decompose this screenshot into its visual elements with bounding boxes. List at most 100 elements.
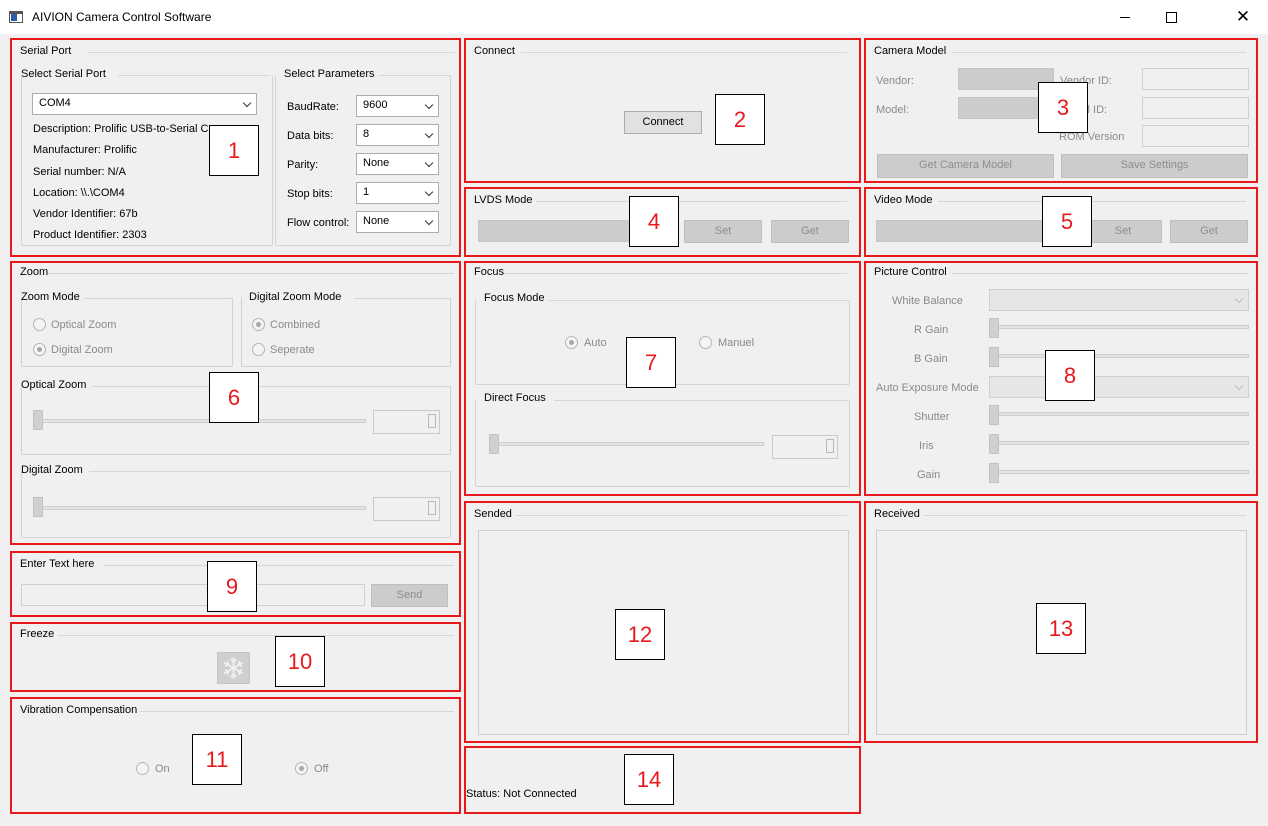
group-line: [140, 711, 454, 712]
direct-focus-slider[interactable]: [489, 442, 764, 446]
focus-title: Focus: [474, 266, 504, 278]
white-balance-combo[interactable]: [989, 289, 1249, 311]
gain-slider-handle[interactable]: [989, 463, 999, 483]
digital-zoom-mode-group: [241, 297, 451, 367]
camera-model-title: Camera Model: [874, 45, 947, 57]
annotation-1: 1: [209, 125, 259, 176]
model-id-field: [1142, 97, 1249, 119]
direct-focus-title: Direct Focus: [484, 392, 546, 404]
group-line: [554, 400, 850, 401]
parameters-group: [275, 75, 451, 246]
group-line: [58, 635, 454, 636]
auto-exposure-mode-combo[interactable]: [989, 376, 1249, 398]
group-line: [924, 515, 1246, 516]
direct-focus-spinbox[interactable]: [772, 435, 838, 459]
picture-control-title: Picture Control: [874, 266, 947, 278]
digital-zoom-radio[interactable]: [33, 343, 46, 356]
group-line: [536, 201, 847, 202]
vibration-compensation-title: Vibration Compensation: [20, 704, 138, 716]
gain-slider[interactable]: [989, 470, 1249, 474]
close-button[interactable]: ✕: [1220, 0, 1266, 34]
lvds-set-button[interactable]: Set: [684, 220, 762, 243]
spin-arrows-icon: [428, 414, 436, 428]
window-title: AIVION Camera Control Software: [32, 10, 212, 24]
white-balance-label: White Balance: [892, 295, 963, 307]
gain-label: Gain: [917, 469, 941, 481]
vibration-off-radio[interactable]: [295, 762, 308, 775]
direct-focus-slider-handle[interactable]: [489, 434, 499, 454]
zoom-mode-title: Zoom Mode: [21, 291, 80, 303]
lvds-get-button[interactable]: Get: [771, 220, 849, 243]
connect-button[interactable]: Connect: [624, 111, 702, 134]
optical-zoom-slider-handle[interactable]: [33, 410, 43, 430]
iris-slider-handle[interactable]: [989, 434, 999, 454]
focus-mode-title: Focus Mode: [484, 292, 545, 304]
annotation-5: 5: [1042, 196, 1092, 247]
snowflake-icon: [224, 657, 244, 679]
digital-zoom-group-title: Digital Zoom: [21, 464, 83, 476]
combined-radio[interactable]: [252, 318, 265, 331]
maximize-button[interactable]: [1148, 0, 1194, 34]
annotation-13: 13: [1036, 603, 1086, 654]
shutter-slider[interactable]: [989, 412, 1249, 416]
optical-zoom-spinbox[interactable]: [373, 410, 440, 434]
r-gain-slider-handle[interactable]: [989, 318, 999, 338]
annotation-7: 7: [626, 337, 676, 388]
b-gain-slider-handle[interactable]: [989, 347, 999, 367]
minimize-button[interactable]: [1102, 0, 1148, 34]
video-set-button[interactable]: Set: [1084, 220, 1162, 243]
annotation-11: 11: [192, 734, 242, 785]
send-button[interactable]: Send: [371, 584, 448, 607]
seperate-radio[interactable]: [252, 343, 265, 356]
shutter-slider-handle[interactable]: [989, 405, 999, 425]
vibration-off-label: Off: [314, 763, 329, 775]
vibration-on-radio[interactable]: [136, 762, 149, 775]
zoom-title: Zoom: [20, 266, 49, 278]
text-entry-panel: Enter Text here Send 9: [10, 551, 461, 617]
group-line: [92, 386, 451, 387]
save-settings-button[interactable]: Save Settings: [1061, 154, 1248, 178]
text-entry-title: Enter Text here: [20, 558, 95, 570]
r-gain-slider[interactable]: [989, 325, 1249, 329]
text-entry-input[interactable]: [21, 584, 365, 606]
optical-zoom-slider[interactable]: [33, 419, 366, 423]
zoom-panel: Zoom Zoom Mode Optical Zoom Digital Zoom…: [10, 261, 461, 545]
received-title: Received: [874, 508, 920, 520]
annotation-10: 10: [275, 636, 325, 687]
b-gain-slider[interactable]: [989, 354, 1249, 358]
focus-panel: Focus Focus Mode Auto Manuel Direct Focu…: [464, 261, 861, 496]
annotation-8: 8: [1045, 350, 1095, 401]
serial-port-title: Serial Port: [20, 45, 72, 57]
picture-control-panel: Picture Control White Balance R Gain B G…: [864, 261, 1258, 496]
group-line: [952, 52, 1246, 53]
status-panel: Status: Not Connected 14: [464, 746, 861, 814]
digital-zoom-slider[interactable]: [33, 506, 366, 510]
focus-auto-radio[interactable]: [565, 336, 578, 349]
get-camera-model-button[interactable]: Get Camera Model: [877, 154, 1054, 178]
focus-manual-label: Manuel: [718, 337, 755, 349]
lvds-mode-panel: LVDS Mode Set Get 4: [464, 187, 861, 257]
annotation-2: 2: [715, 94, 765, 145]
optical-zoom-radio[interactable]: [33, 318, 46, 331]
annotation-4: 4: [629, 196, 679, 247]
vendor-label: Vendor:: [876, 75, 914, 87]
vibration-compensation-panel: Vibration Compensation On Off 11: [10, 697, 461, 814]
digital-zoom-spinbox[interactable]: [373, 497, 440, 521]
group-line: [504, 273, 847, 274]
digital-zoom-slider-handle[interactable]: [33, 497, 43, 517]
optical-zoom-radio-label: Optical Zoom: [51, 319, 117, 331]
group-line: [48, 273, 454, 274]
focus-manual-radio[interactable]: [699, 336, 712, 349]
rom-version-field: [1142, 125, 1249, 147]
group-line: [87, 52, 455, 53]
status-text: Status: Not Connected: [466, 788, 577, 800]
video-get-button[interactable]: Get: [1170, 220, 1248, 243]
video-mode-title: Video Mode: [874, 194, 933, 206]
group-line: [89, 471, 451, 472]
received-panel: Received 13: [864, 501, 1258, 743]
freeze-button[interactable]: [217, 652, 250, 684]
digital-zoom-mode-title: Digital Zoom Mode: [249, 291, 342, 303]
iris-slider[interactable]: [989, 441, 1249, 445]
model-label: Model:: [876, 104, 910, 116]
annotation-3: 3: [1038, 82, 1088, 133]
